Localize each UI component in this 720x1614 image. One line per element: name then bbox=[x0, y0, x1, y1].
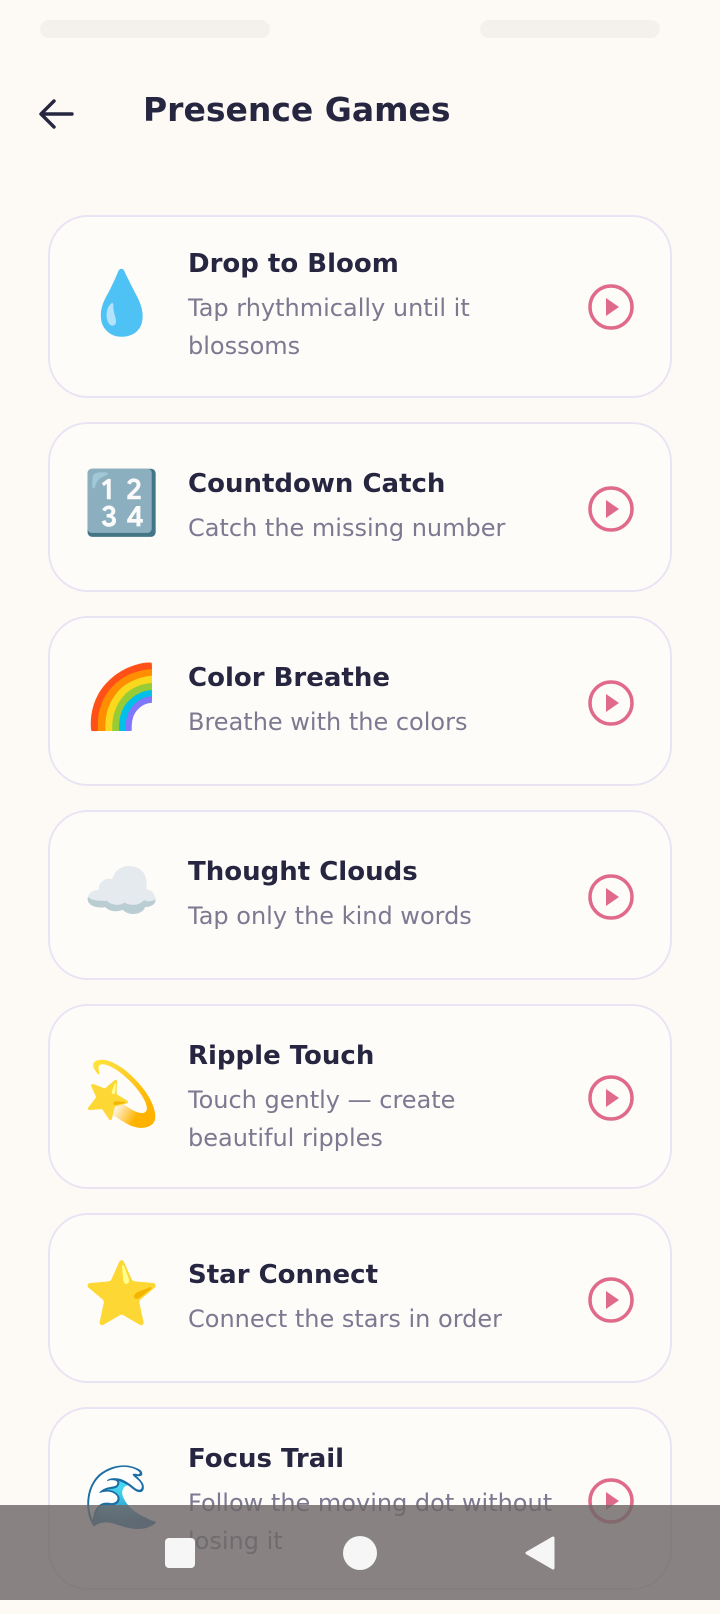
play-circle-icon bbox=[588, 1075, 634, 1121]
game-card-countdown-catch[interactable]: 🔢 Countdown Catch Catch the missing numb… bbox=[48, 422, 672, 592]
arrow-left-icon bbox=[39, 99, 74, 129]
status-right-placeholder bbox=[480, 20, 660, 38]
play-button[interactable] bbox=[586, 872, 636, 922]
play-button[interactable] bbox=[586, 1073, 636, 1123]
square-icon bbox=[165, 1537, 195, 1568]
game-text: Drop to Bloom Tap rhythmically until it … bbox=[188, 249, 558, 365]
game-card-drop-to-bloom[interactable]: 💧 Drop to Bloom Tap rhythmically until i… bbox=[48, 215, 672, 398]
triangle-back-icon bbox=[525, 1536, 555, 1569]
play-circle-icon bbox=[588, 1277, 634, 1323]
game-description: Touch gently — create beautiful ripples bbox=[188, 1086, 456, 1152]
cloud-icon: ☁️ bbox=[83, 854, 161, 927]
play-button[interactable] bbox=[586, 678, 636, 728]
star-icon: ⭐ bbox=[83, 1257, 161, 1330]
nav-back-button[interactable] bbox=[485, 1505, 595, 1600]
app-header: Presence Games bbox=[0, 70, 720, 154]
game-title: Focus Trail bbox=[188, 1444, 345, 1474]
play-button[interactable] bbox=[586, 1275, 636, 1325]
game-text: Countdown Catch Catch the missing number bbox=[188, 469, 558, 547]
game-text: Thought Clouds Tap only the kind words bbox=[188, 857, 558, 935]
play-button[interactable] bbox=[586, 484, 636, 534]
play-circle-icon bbox=[588, 874, 634, 920]
game-description: Breathe with the colors bbox=[188, 708, 468, 736]
back-button[interactable] bbox=[30, 88, 82, 140]
game-description: Tap only the kind words bbox=[188, 902, 472, 930]
game-title: Drop to Bloom bbox=[188, 249, 399, 279]
game-card-ripple-touch[interactable]: 💫 Ripple Touch Touch gently — create bea… bbox=[48, 1004, 672, 1189]
home-button[interactable] bbox=[305, 1505, 415, 1600]
game-text: Star Connect Connect the stars in order bbox=[188, 1260, 558, 1338]
droplet-icon: 💧 bbox=[83, 266, 161, 339]
game-title: Color Breathe bbox=[188, 663, 390, 693]
game-title: Countdown Catch bbox=[188, 469, 446, 499]
game-title: Star Connect bbox=[188, 1260, 379, 1290]
game-description: Connect the stars in order bbox=[188, 1305, 503, 1333]
rainbow-icon: 🌈 bbox=[83, 660, 161, 733]
status-left-placeholder bbox=[40, 20, 270, 38]
recents-button[interactable] bbox=[125, 1505, 235, 1600]
game-title: Thought Clouds bbox=[188, 857, 418, 887]
circle-icon bbox=[343, 1535, 377, 1570]
game-card-thought-clouds[interactable]: ☁️ Thought Clouds Tap only the kind word… bbox=[48, 810, 672, 980]
game-text: Ripple Touch Touch gently — create beaut… bbox=[188, 1041, 558, 1157]
play-circle-icon bbox=[588, 284, 634, 330]
play-circle-icon bbox=[588, 680, 634, 726]
status-bar bbox=[0, 0, 720, 56]
game-card-star-connect[interactable]: ⭐ Star Connect Connect the stars in orde… bbox=[48, 1213, 672, 1383]
numbers-1234-icon: 🔢 bbox=[83, 466, 161, 539]
game-title: Ripple Touch bbox=[188, 1041, 375, 1071]
dizzy-star-icon: 💫 bbox=[83, 1057, 161, 1130]
game-description: Tap rhythmically until it blossoms bbox=[188, 294, 470, 360]
play-button[interactable] bbox=[586, 282, 636, 332]
system-nav-bar bbox=[0, 1505, 720, 1600]
game-list: 💧 Drop to Bloom Tap rhythmically until i… bbox=[48, 215, 672, 1614]
game-card-color-breathe[interactable]: 🌈 Color Breathe Breathe with the colors bbox=[48, 616, 672, 786]
game-description: Catch the missing number bbox=[188, 514, 506, 542]
play-circle-icon bbox=[588, 486, 634, 532]
page-title: Presence Games bbox=[143, 90, 451, 129]
game-text: Color Breathe Breathe with the colors bbox=[188, 663, 558, 741]
